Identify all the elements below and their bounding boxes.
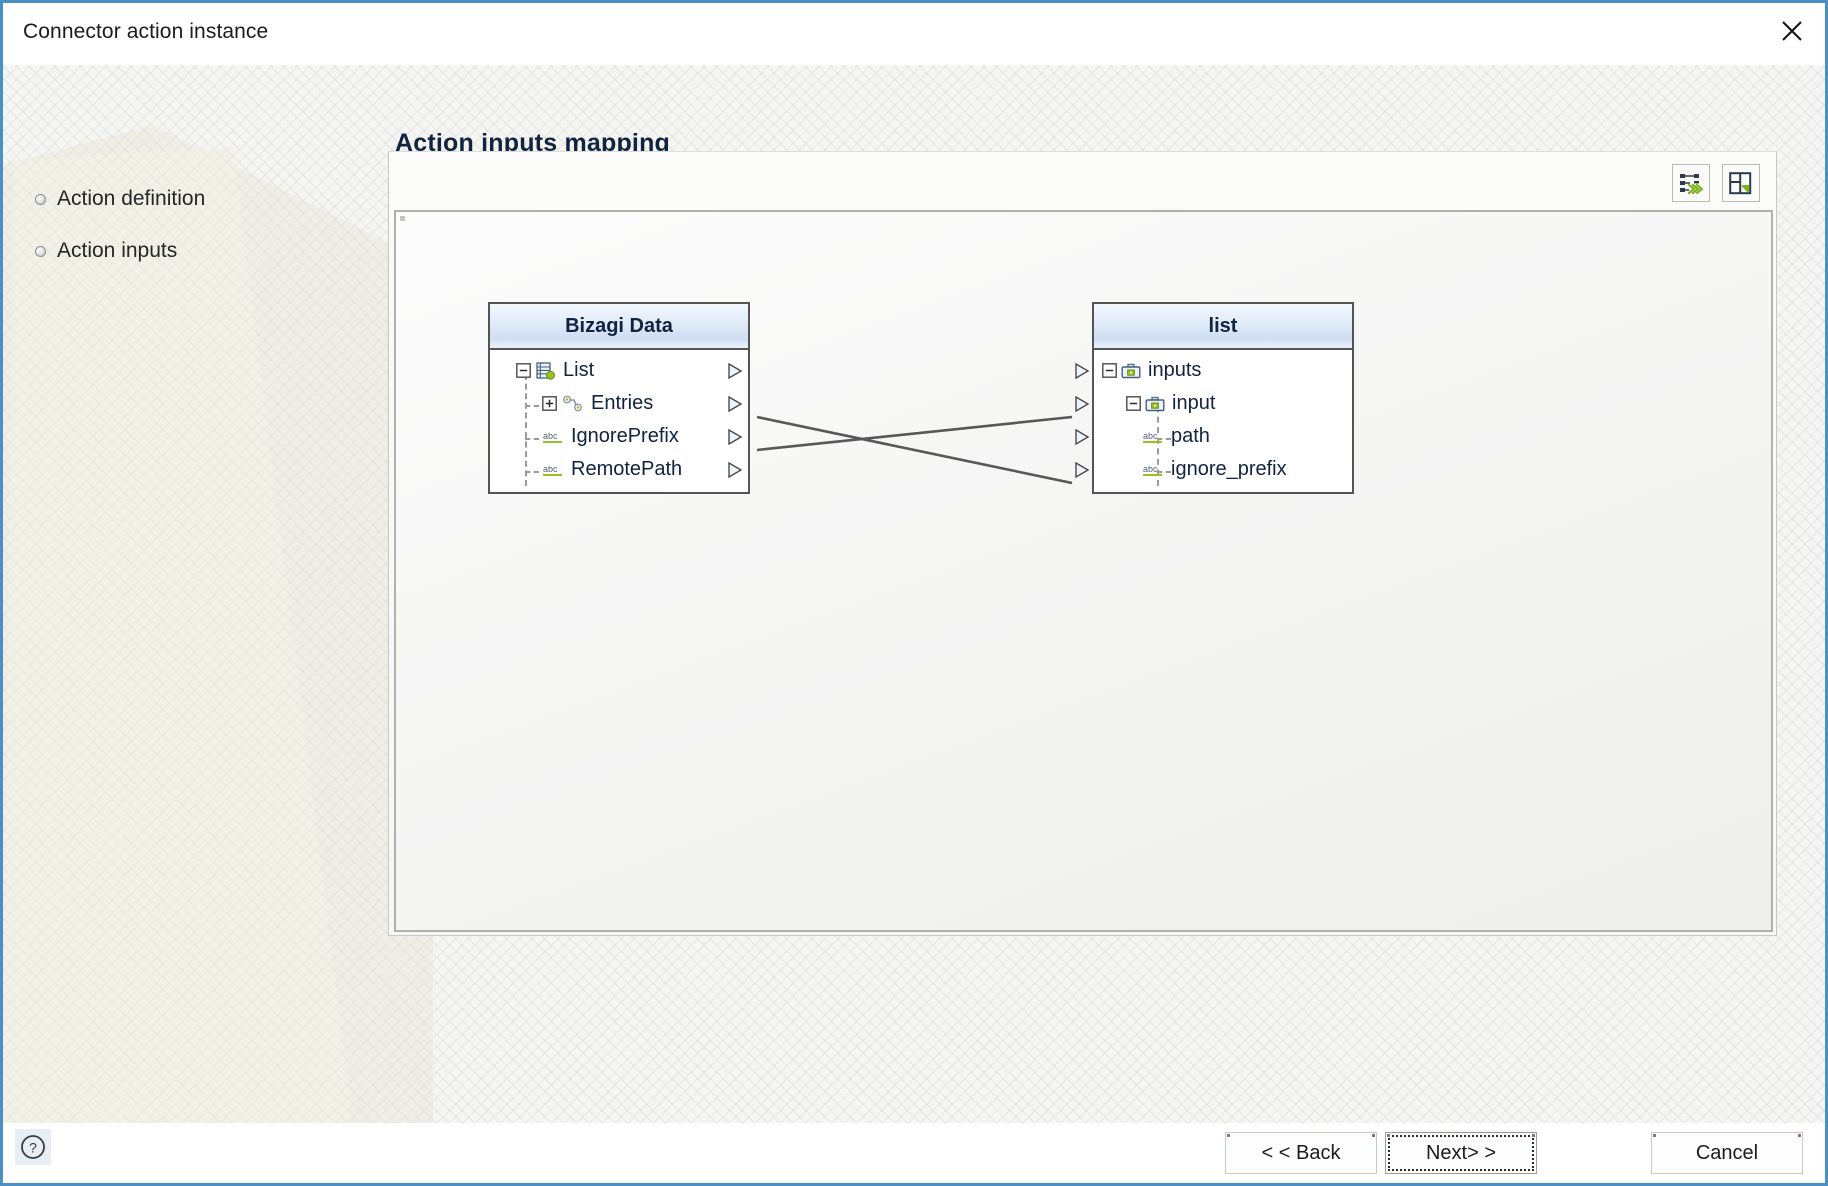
source-node-title: Bizagi Data <box>490 304 748 350</box>
left-port[interactable] <box>1075 396 1090 412</box>
collection-icon <box>536 361 555 380</box>
svg-text:abc: abc <box>1143 464 1158 474</box>
source-node-rows: List Entries abc IgnorePrefix abc Remote… <box>490 350 748 492</box>
sidebar-item-action-definition[interactable]: Action definition <box>35 187 205 211</box>
mapper-container: Bizagi Data List Entries abc IgnorePrefi… <box>388 151 1777 936</box>
sidebar-item-action-inputs[interactable]: Action inputs <box>35 239 177 263</box>
close-icon[interactable] <box>1763 5 1821 57</box>
help-button[interactable]: ? <box>15 1129 51 1165</box>
content-pane: Action inputs mapping Bizagi Data List E… <box>333 65 1825 1123</box>
sidebar-item-label: Action inputs <box>57 239 178 262</box>
close-glyph <box>1782 21 1802 41</box>
right-port[interactable] <box>728 429 743 445</box>
source-row-ignoreprefix[interactable]: abc IgnorePrefix <box>490 420 748 453</box>
dialog-body: Action definition Action inputs Action i… <box>3 65 1825 1123</box>
mapping-link-remotepath-to-path <box>756 415 1073 452</box>
expand-plus-icon[interactable] <box>542 396 557 411</box>
source-row-list[interactable]: List <box>490 354 748 387</box>
radio-bullet-icon <box>35 193 46 205</box>
svg-text:?: ? <box>29 1140 37 1156</box>
target-row-ignore-prefix[interactable]: abc ignore_prefix <box>1075 453 1352 486</box>
abc-string-icon: abc <box>543 431 562 443</box>
dialog-titlebar: Connector action instance <box>3 3 1825 65</box>
back-button[interactable]: < < Back <box>1225 1132 1377 1174</box>
source-row-label: Entries <box>591 392 654 414</box>
relation-icon <box>563 395 582 411</box>
target-node-list[interactable]: list inputs input abc path abc ignore_pr… <box>1075 302 1354 494</box>
dialog-footer: ? < < Back Next> > Cancel <box>3 1123 1825 1183</box>
mapper-toolbar <box>389 152 1776 210</box>
next-button[interactable]: Next> > <box>1385 1132 1537 1174</box>
sidebar-item-label: Action definition <box>57 187 206 210</box>
target-row-label: inputs <box>1148 359 1202 381</box>
briefcase-icon <box>1145 396 1165 411</box>
wizard-step-nav: Action definition Action inputs <box>3 65 333 1123</box>
source-node-bizagi-data[interactable]: Bizagi Data List Entries abc IgnorePrefi… <box>488 302 750 494</box>
collapse-minus-icon[interactable] <box>516 363 531 378</box>
left-port[interactable] <box>1075 429 1090 445</box>
dialog-title: Connector action instance <box>23 20 269 43</box>
connector-action-instance-dialog: Connector action instance Action definit… <box>0 0 1828 1186</box>
left-port[interactable] <box>1075 462 1090 478</box>
source-row-label: IgnorePrefix <box>571 425 679 447</box>
target-row-path[interactable]: abc path <box>1075 420 1352 453</box>
briefcase-icon <box>1121 363 1141 378</box>
canvas-resize-handle[interactable] <box>400 216 405 221</box>
abc-string-icon: abc <box>543 464 562 476</box>
source-row-label: List <box>563 359 595 381</box>
target-row-label: path <box>1171 425 1210 447</box>
left-port[interactable] <box>1075 363 1090 379</box>
source-row-remotepath[interactable]: abc RemotePath <box>490 453 748 486</box>
svg-text:abc: abc <box>543 464 558 474</box>
abc-string-icon: abc <box>1143 464 1162 476</box>
source-row-label: RemotePath <box>571 458 683 480</box>
svg-text:abc: abc <box>1143 431 1158 441</box>
target-node-title: list <box>1094 304 1352 350</box>
fit-view-button[interactable] <box>1722 164 1760 202</box>
cancel-button[interactable]: Cancel <box>1651 1132 1803 1174</box>
right-port[interactable] <box>728 462 743 478</box>
fit-layout-icon <box>1729 171 1752 194</box>
target-row-input[interactable]: input <box>1075 387 1352 420</box>
collapse-minus-icon[interactable] <box>1126 396 1141 411</box>
radio-bullet-icon <box>35 245 46 257</box>
target-row-label: ignore_prefix <box>1171 458 1287 480</box>
auto-map-icon <box>1680 174 1703 194</box>
collapse-minus-icon[interactable] <box>1102 363 1117 378</box>
mapping-canvas[interactable]: Bizagi Data List Entries abc IgnorePrefi… <box>394 210 1773 932</box>
source-row-entries[interactable]: Entries <box>490 387 748 420</box>
target-row-inputs[interactable]: inputs <box>1075 354 1352 387</box>
target-node-rows: inputs input abc path abc ignore_prefix <box>1075 350 1352 492</box>
right-port[interactable] <box>728 396 743 412</box>
help-icon: ? <box>21 1135 45 1159</box>
right-port[interactable] <box>728 363 743 379</box>
target-row-label: input <box>1172 392 1216 414</box>
abc-string-icon: abc <box>1143 431 1162 443</box>
auto-map-button[interactable] <box>1672 164 1710 202</box>
svg-text:abc: abc <box>543 431 558 441</box>
mapping-link-ignoreprefix-to-ignore-prefix <box>756 415 1073 485</box>
